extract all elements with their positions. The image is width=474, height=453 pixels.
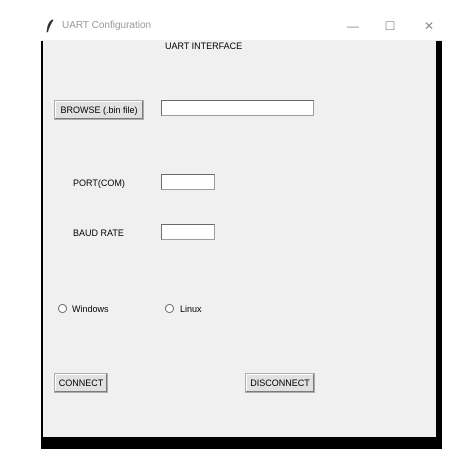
title-bar[interactable]: UART Configuration — ☐ ✕ (41, 12, 442, 41)
minimize-button[interactable]: — (338, 16, 368, 36)
windows-radio[interactable] (58, 304, 67, 313)
close-button[interactable]: ✕ (414, 16, 444, 36)
feather-icon (46, 19, 54, 33)
connect-button[interactable]: CONNECT (54, 373, 108, 393)
windows-radio-label[interactable]: Windows (72, 304, 109, 314)
linux-radio-label[interactable]: Linux (180, 304, 202, 314)
maximize-button[interactable]: ☐ (375, 16, 405, 36)
frame-label: UART INTERFACE (163, 40, 245, 52)
port-label: PORT(COM) (73, 178, 125, 188)
baud-rate-label: BAUD RATE (73, 228, 124, 238)
window-title: UART Configuration (62, 20, 152, 31)
file-path-input[interactable] (161, 100, 314, 116)
linux-radio[interactable] (165, 304, 174, 313)
browse-button[interactable]: BROWSE (.bin file) (54, 100, 144, 120)
app-window: UART Configuration — ☐ ✕ UART INTERFACE … (41, 12, 442, 449)
client-area: UART INTERFACE BROWSE (.bin file) PORT(C… (43, 40, 436, 437)
baud-rate-input[interactable] (161, 224, 215, 240)
disconnect-button[interactable]: DISCONNECT (245, 373, 315, 393)
port-input[interactable] (161, 174, 215, 190)
